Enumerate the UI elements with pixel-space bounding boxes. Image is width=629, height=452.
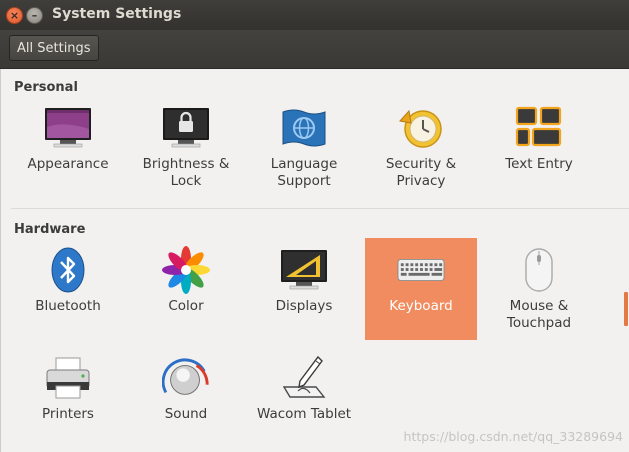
settings-item-displays[interactable]: Displays <box>248 238 360 340</box>
security-privacy-icon <box>397 104 445 152</box>
settings-item-label: Bluetooth <box>35 298 101 314</box>
settings-item-label: Keyboard <box>389 298 453 314</box>
settings-item-sound[interactable]: Sound <box>130 346 242 448</box>
window-title: System Settings <box>52 6 182 22</box>
settings-item-appearance[interactable]: Appearance <box>12 96 124 198</box>
settings-item-label: Wacom Tablet <box>256 406 352 422</box>
settings-item-label: Security & Privacy <box>385 156 457 189</box>
displays-icon <box>280 246 328 294</box>
section-divider <box>11 208 629 209</box>
settings-item-language-support[interactable]: Language Support <box>248 96 360 198</box>
all-settings-button[interactable]: All Settings <box>9 35 99 61</box>
settings-item-text-entry[interactable]: Text Entry <box>483 96 595 198</box>
toolbar: All Settings <box>0 30 629 69</box>
close-icon: × <box>9 9 20 22</box>
keyboard-icon <box>397 246 445 294</box>
settings-item-label: Mouse & Touchpad <box>506 298 572 331</box>
section-title-hardware: Hardware <box>14 222 86 237</box>
settings-item-bluetooth[interactable]: Bluetooth <box>12 238 124 340</box>
settings-item-label: Language Support <box>270 156 338 189</box>
settings-item-wacom-tablet[interactable]: Wacom Tablet <box>248 346 360 448</box>
bluetooth-icon <box>44 246 92 294</box>
settings-item-color[interactable]: Color <box>130 238 242 340</box>
language-support-icon <box>280 104 328 152</box>
settings-item-keyboard[interactable]: Keyboard <box>365 238 477 340</box>
settings-grid: Personal Appearance Brightness & Lock La… <box>0 69 629 452</box>
minimize-icon: – <box>31 9 38 22</box>
settings-item-label: Appearance <box>27 156 109 172</box>
scroll-edge-marker <box>624 292 628 326</box>
wacom-tablet-icon <box>280 354 328 402</box>
settings-item-mouse-touchpad[interactable]: Mouse & Touchpad <box>483 238 595 340</box>
printers-icon <box>44 354 92 402</box>
settings-item-printers[interactable]: Printers <box>12 346 124 448</box>
watermark-text: https://blog.csdn.net/qq_33289694 <box>403 429 623 444</box>
appearance-icon <box>44 104 92 152</box>
sound-icon <box>162 354 210 402</box>
color-icon <box>162 246 210 294</box>
settings-item-label: Color <box>168 298 204 314</box>
settings-item-label: Displays <box>275 298 333 314</box>
section-title-personal: Personal <box>14 80 78 95</box>
settings-item-brightness-lock[interactable]: Brightness & Lock <box>130 96 242 198</box>
window-titlebar: × – System Settings <box>0 0 629 30</box>
settings-item-label: Sound <box>164 406 208 422</box>
settings-item-label: Brightness & Lock <box>142 156 230 189</box>
settings-item-label: Text Entry <box>505 156 573 172</box>
brightness-lock-icon <box>162 104 210 152</box>
settings-item-label: Printers <box>42 406 94 422</box>
minimize-window-button[interactable]: – <box>26 7 43 24</box>
mouse-icon <box>515 246 563 294</box>
close-window-button[interactable]: × <box>6 7 23 24</box>
text-entry-icon <box>515 104 563 152</box>
settings-item-security-privacy[interactable]: Security & Privacy <box>365 96 477 198</box>
